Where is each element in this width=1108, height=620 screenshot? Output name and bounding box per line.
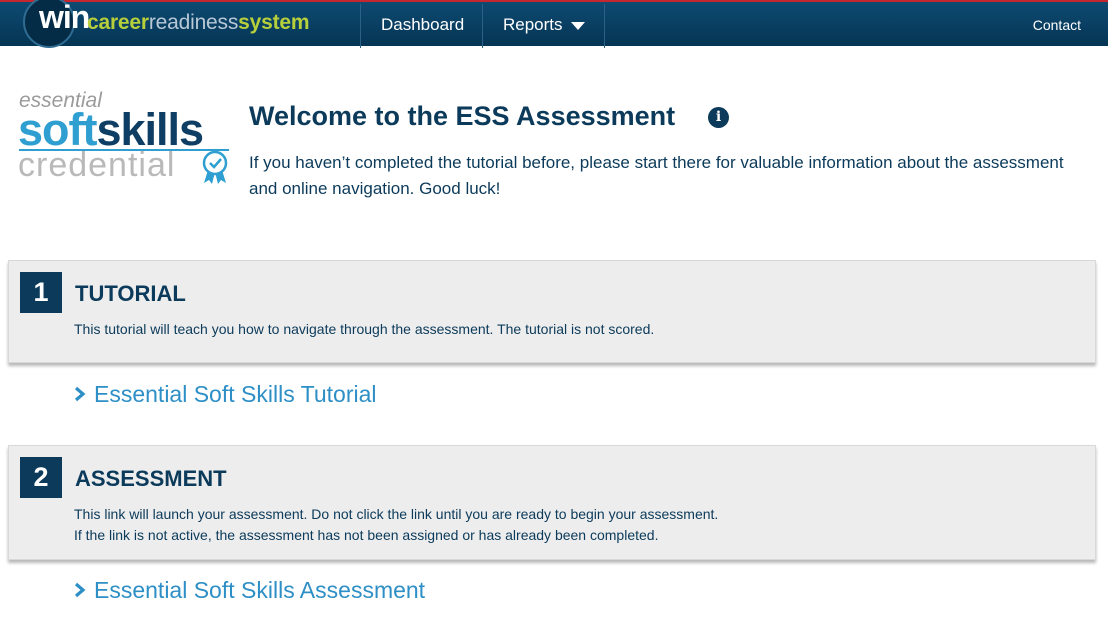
assessment-link-label: Essential Soft Skills Assessment — [94, 577, 426, 603]
chevron-right-icon — [74, 583, 86, 598]
panel-title: TUTORIAL — [75, 281, 186, 306]
panel-description-line: This link will launch your assessment. D… — [74, 506, 719, 522]
chevron-right-icon — [74, 387, 86, 402]
brand-readiness: readiness — [148, 11, 239, 34]
top-nav-bar: win careerreadinesssystem Dashboard Repo… — [0, 0, 1108, 48]
step-number-badge: 1 — [20, 272, 62, 313]
brand-career: career — [87, 11, 149, 34]
panel-description: This tutorial will teach you how to navi… — [74, 319, 654, 340]
info-icon[interactable]: i — [708, 107, 729, 128]
tutorial-link-label: Essential Soft Skills Tutorial — [94, 381, 377, 407]
welcome-message: If you haven’t completed the tutorial be… — [249, 153, 1064, 198]
panel-description-line: If the link is not active, the assessmen… — [74, 527, 659, 543]
tutorial-panel: 1 TUTORIAL This tutorial will teach you … — [8, 260, 1096, 363]
logo-credential: credential — [18, 146, 176, 184]
panel-title: ASSESSMENT — [75, 466, 227, 491]
win-logo[interactable]: win — [23, 0, 90, 48]
award-ribbon-icon — [202, 150, 228, 184]
nav-reports-label: Reports — [503, 15, 563, 34]
tutorial-link[interactable]: Essential Soft Skills Tutorial — [73, 381, 377, 408]
ess-logo: essential softskills credential — [18, 89, 233, 184]
step-number-badge: 2 — [20, 457, 62, 498]
nav-divider — [604, 4, 605, 48]
page-title: Welcome to the ESS Assessment — [249, 101, 676, 131]
assessment-link[interactable]: Essential Soft Skills Assessment — [73, 577, 425, 604]
nav-contact[interactable]: Contact — [1033, 17, 1081, 33]
nav-reports[interactable]: Reports — [503, 15, 585, 35]
nav-divider — [360, 4, 361, 48]
panel-description: This link will launch your assessment. D… — [74, 504, 718, 546]
brand-system: system — [238, 11, 310, 34]
assessment-panel: 2 ASSESSMENT This link will launch your … — [8, 445, 1096, 560]
nav-dashboard[interactable]: Dashboard — [381, 15, 464, 35]
brand-wordmark: careerreadinesssystem — [87, 11, 310, 35]
panel-description-line: This tutorial will teach you how to navi… — [74, 321, 655, 337]
nav-divider — [482, 4, 483, 48]
caret-down-icon — [570, 21, 585, 30]
win-logo-text: win — [39, 0, 90, 35]
